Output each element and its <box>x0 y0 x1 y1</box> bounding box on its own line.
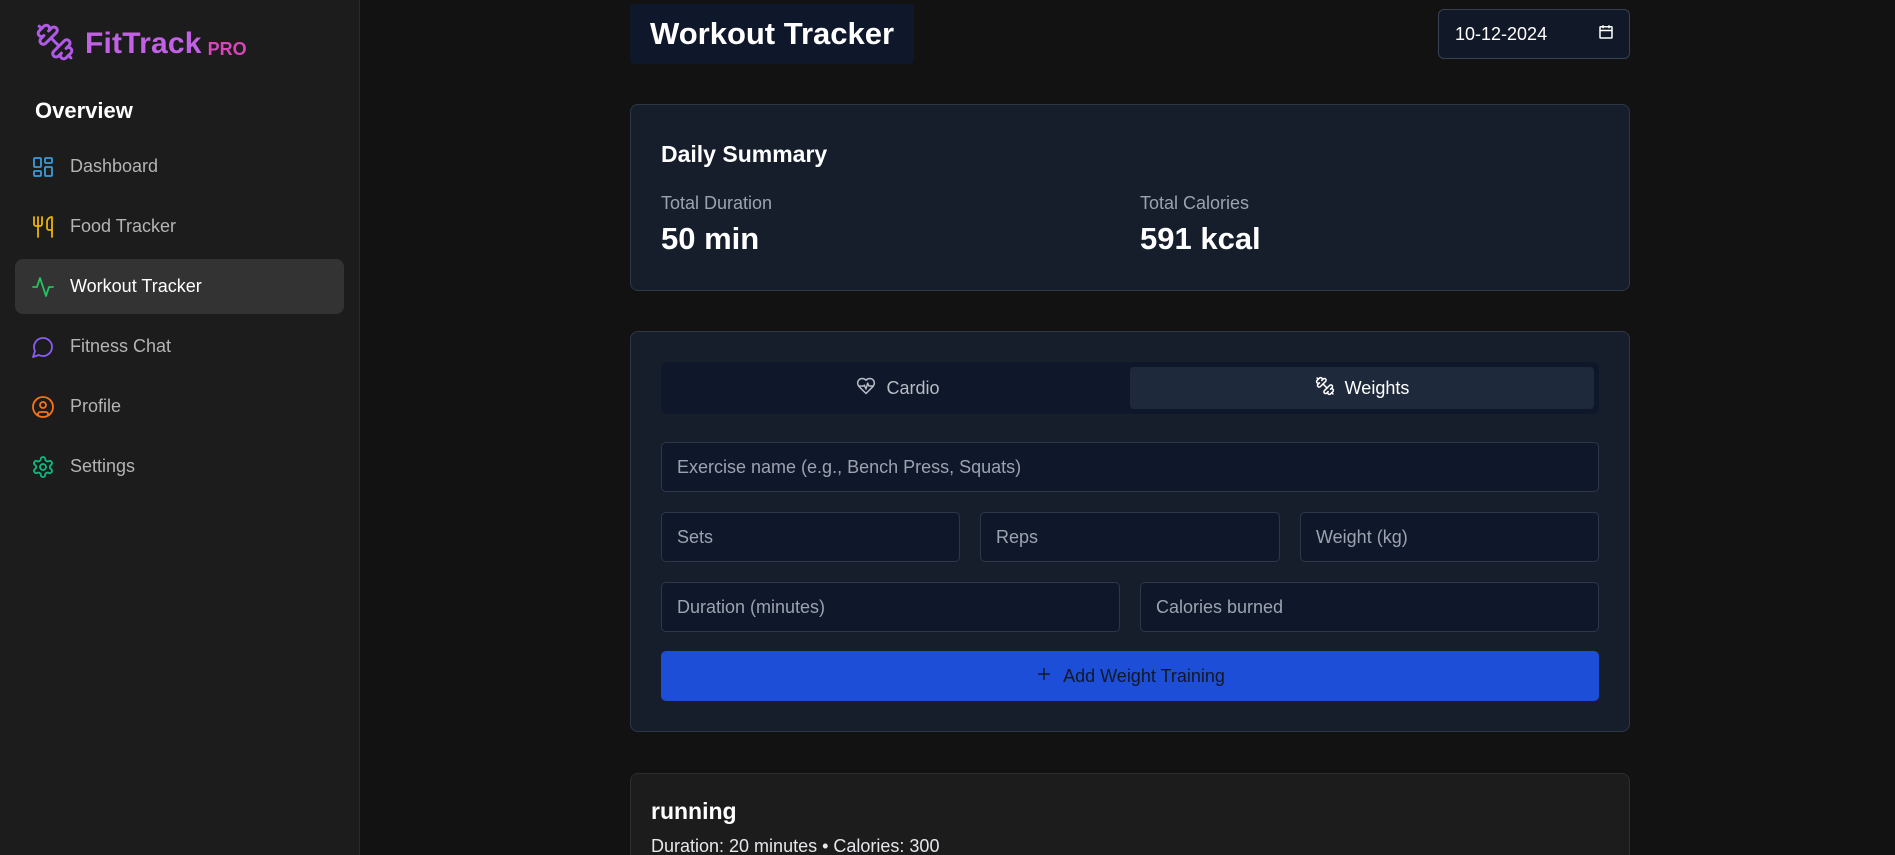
tab-cardio-label: Cardio <box>886 377 940 398</box>
sidebar-item-label: Food Tracker <box>70 216 177 236</box>
sidebar-item-fitness-chat[interactable]: Fitness Chat <box>15 319 344 374</box>
calendar-icon[interactable] <box>1597 23 1629 46</box>
chat-bubble-icon <box>30 334 56 360</box>
add-workout-card: Cardio Weights Add Weight Training <box>630 331 1630 732</box>
workout-entry-details: Duration: 20 minutes • Calories: 300 <box>651 836 940 855</box>
nav-heading: Overview <box>35 98 133 123</box>
sidebar-item-label: Settings <box>70 456 136 476</box>
calories-input[interactable] <box>1140 582 1599 632</box>
sidebar: FitTrack PRO Overview Dashboard Food Tra… <box>0 0 360 855</box>
sidebar-item-settings[interactable]: Settings <box>15 439 344 494</box>
sidebar-item-label: Workout Tracker <box>70 276 202 296</box>
dashboard-grid-icon <box>30 154 56 180</box>
plus-icon <box>1035 665 1063 688</box>
logo-badge: PRO <box>207 38 247 59</box>
total-calories-value: 591 kcal <box>1140 221 1261 256</box>
user-circle-icon <box>30 394 56 420</box>
daily-summary-card: Daily Summary Total Duration 50 min Tota… <box>630 104 1630 291</box>
tab-weights[interactable]: Weights <box>1130 367 1594 409</box>
add-weight-training-button[interactable]: Add Weight Training <box>661 651 1599 701</box>
gear-icon <box>30 454 56 480</box>
sidebar-item-label: Fitness Chat <box>70 336 172 356</box>
workout-entry-card: running Duration: 20 minutes • Calories:… <box>630 773 1630 855</box>
workout-type-tabs: Cardio Weights <box>661 362 1599 414</box>
summary-title: Daily Summary <box>661 141 828 167</box>
reps-input[interactable] <box>980 512 1280 562</box>
sidebar-item-food-tracker[interactable]: Food Tracker <box>15 199 344 254</box>
tab-weights-label: Weights <box>1344 377 1410 398</box>
sets-input[interactable] <box>661 512 960 562</box>
duration-input[interactable] <box>661 582 1120 632</box>
total-calories-label: Total Calories <box>1140 193 1250 213</box>
heart-pulse-icon <box>856 376 886 401</box>
sidebar-item-label: Profile <box>70 396 122 416</box>
sidebar-item-workout-tracker[interactable]: Workout Tracker <box>15 259 344 314</box>
dumbbell-icon <box>1315 376 1345 401</box>
page-title-container: Workout Tracker <box>630 4 915 64</box>
add-button-label: Add Weight Training <box>1063 665 1225 686</box>
weight-input[interactable] <box>1300 512 1599 562</box>
date-value: 10-12-2024 <box>1455 23 1548 44</box>
utensils-icon <box>30 214 56 240</box>
page-title: Workout Tracker <box>650 16 895 51</box>
app-logo[interactable]: FitTrack PRO <box>34 22 247 67</box>
sidebar-item-dashboard[interactable]: Dashboard <box>15 139 344 194</box>
sidebar-item-profile[interactable]: Profile <box>15 379 344 434</box>
date-picker[interactable]: 10-12-2024 <box>1438 9 1630 59</box>
sidebar-item-label: Dashboard <box>70 156 159 176</box>
total-duration-value: 50 min <box>661 221 760 256</box>
tab-cardio[interactable]: Cardio <box>666 367 1130 409</box>
dumbbell-icon <box>34 22 76 67</box>
activity-icon <box>30 274 56 300</box>
exercise-name-input[interactable] <box>661 442 1599 492</box>
total-duration-label: Total Duration <box>661 193 773 213</box>
logo-text: FitTrack <box>85 27 202 60</box>
workout-entry-name: running <box>651 798 737 824</box>
